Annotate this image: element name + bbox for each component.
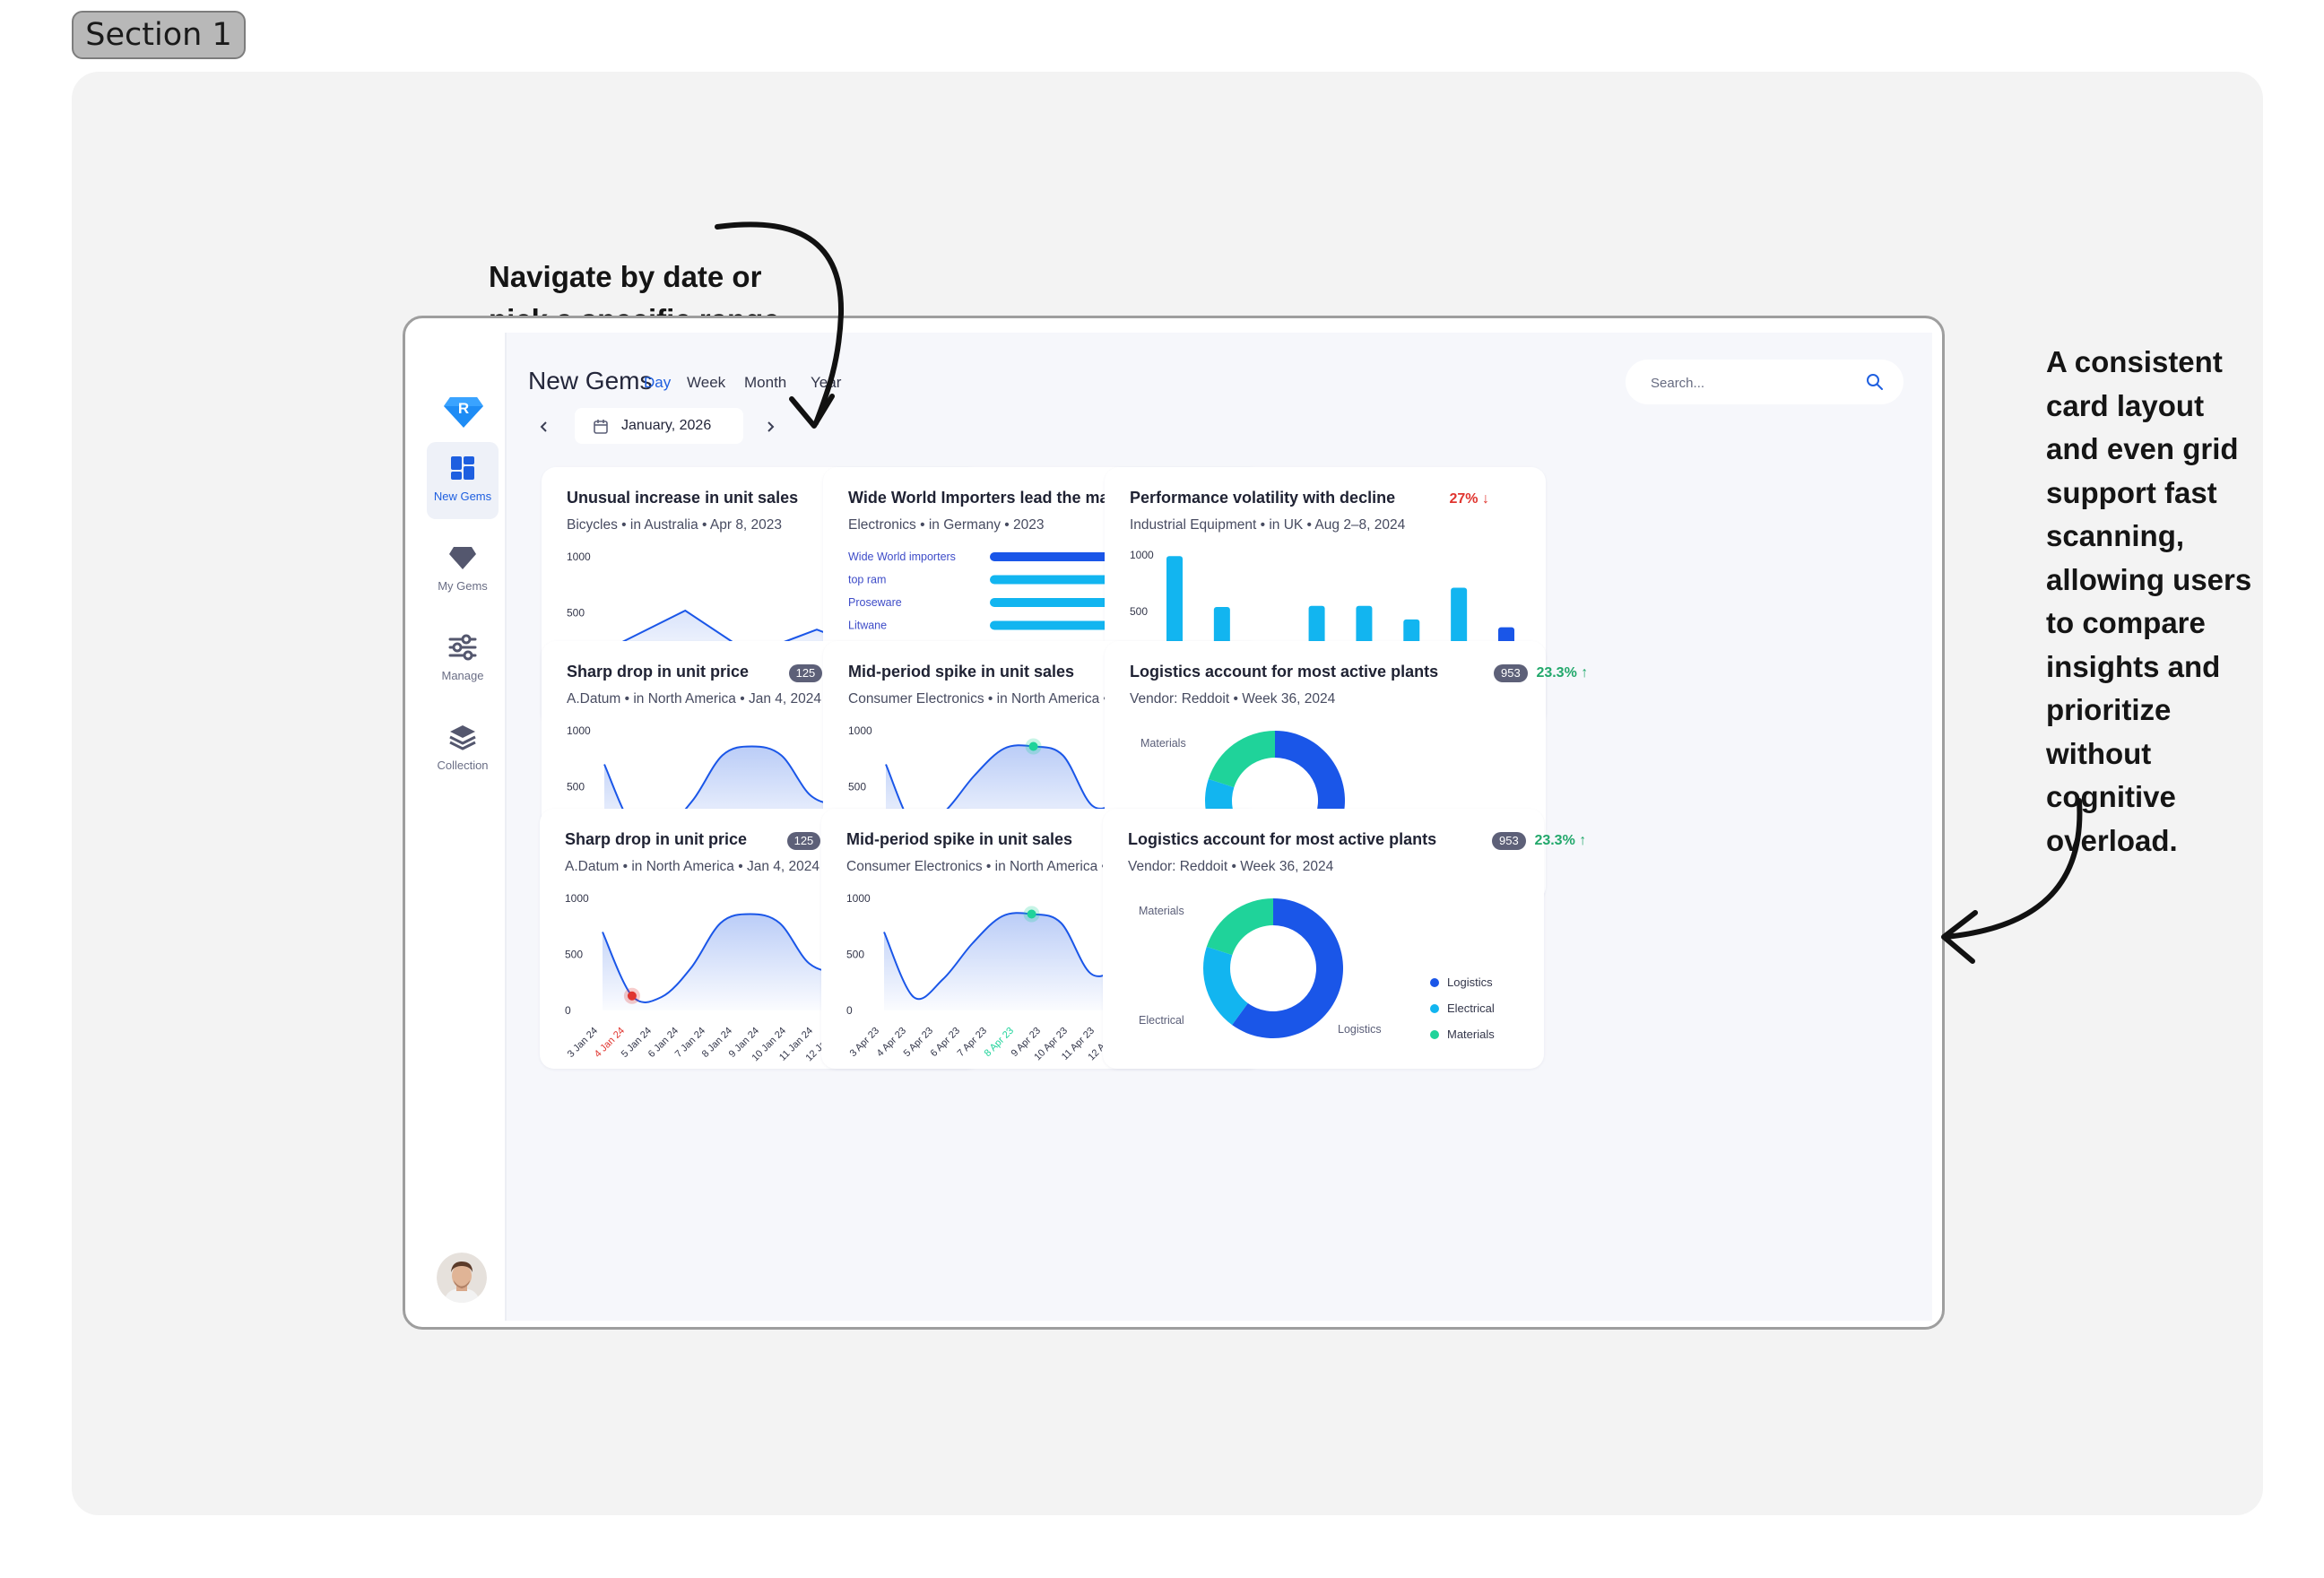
arrow-to-date-picker — [715, 221, 845, 429]
arrow-to-card-grid — [1941, 798, 2083, 964]
annotation-arrows — [715, 221, 2083, 964]
